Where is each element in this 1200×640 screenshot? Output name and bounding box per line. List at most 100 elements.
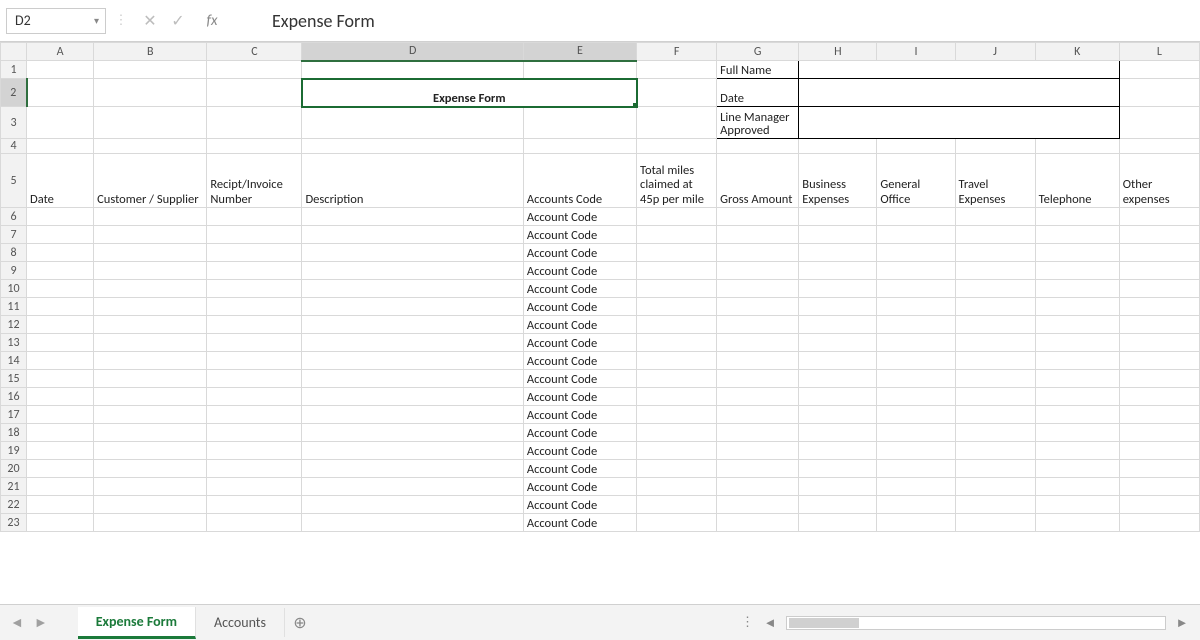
cell[interactable] — [637, 478, 717, 496]
col-E[interactable]: E — [523, 43, 636, 61]
cell[interactable] — [94, 244, 207, 262]
cell[interactable]: Account Code — [523, 352, 636, 370]
cell[interactable] — [637, 352, 717, 370]
cell[interactable] — [94, 514, 207, 532]
cell[interactable] — [523, 107, 636, 139]
cell[interactable] — [27, 334, 94, 352]
cell[interactable] — [1035, 208, 1119, 226]
cell[interactable]: Account Code — [523, 280, 636, 298]
cell[interactable] — [877, 208, 955, 226]
cell[interactable] — [955, 316, 1035, 334]
row-15[interactable]: 15 — [1, 370, 27, 388]
cell[interactable] — [799, 280, 877, 298]
cell[interactable] — [27, 262, 94, 280]
cell[interactable] — [94, 316, 207, 334]
cell[interactable] — [94, 107, 207, 139]
cell[interactable]: Description — [302, 154, 523, 208]
cell[interactable] — [207, 514, 302, 532]
row-2[interactable]: 2 — [1, 79, 27, 107]
cell[interactable]: Account Code — [523, 298, 636, 316]
col-H[interactable]: H — [799, 43, 877, 61]
row-23[interactable]: 23 — [1, 514, 27, 532]
cell[interactable] — [799, 262, 877, 280]
cell[interactable] — [302, 298, 523, 316]
cell[interactable] — [799, 298, 877, 316]
fill-handle[interactable] — [633, 103, 637, 107]
cell[interactable] — [637, 442, 717, 460]
cell[interactable] — [717, 370, 799, 388]
cell[interactable] — [207, 316, 302, 334]
cell[interactable] — [1119, 107, 1199, 139]
cell[interactable] — [94, 226, 207, 244]
cell[interactable] — [717, 352, 799, 370]
cell[interactable] — [1035, 442, 1119, 460]
cell[interactable] — [1119, 280, 1199, 298]
formula-input[interactable]: Expense Form — [232, 8, 1194, 34]
cell[interactable] — [302, 388, 523, 406]
row-21[interactable]: 21 — [1, 478, 27, 496]
cell[interactable] — [207, 406, 302, 424]
cell[interactable] — [717, 496, 799, 514]
cell[interactable] — [302, 352, 523, 370]
cell[interactable] — [955, 388, 1035, 406]
cell[interactable] — [27, 514, 94, 532]
cell[interactable] — [207, 262, 302, 280]
cell[interactable] — [207, 79, 302, 107]
cell[interactable] — [1035, 460, 1119, 478]
cell[interactable] — [1035, 424, 1119, 442]
cell[interactable] — [1035, 352, 1119, 370]
cell[interactable]: Full Name — [717, 61, 799, 79]
col-F[interactable]: F — [637, 43, 717, 61]
cell[interactable] — [302, 424, 523, 442]
row-7[interactable]: 7 — [1, 226, 27, 244]
cell[interactable] — [637, 316, 717, 334]
cell[interactable] — [1035, 280, 1119, 298]
cell[interactable] — [1119, 442, 1199, 460]
cell[interactable] — [799, 460, 877, 478]
cell[interactable] — [955, 460, 1035, 478]
cell[interactable] — [1119, 244, 1199, 262]
cell[interactable] — [27, 226, 94, 244]
cell[interactable]: Account Code — [523, 442, 636, 460]
cell[interactable] — [799, 79, 1120, 107]
cell[interactable] — [877, 244, 955, 262]
cell[interactable] — [637, 280, 717, 298]
cell[interactable] — [94, 460, 207, 478]
cell[interactable] — [302, 496, 523, 514]
cell[interactable] — [1035, 334, 1119, 352]
cell[interactable] — [207, 208, 302, 226]
fx-label[interactable]: fx — [192, 12, 232, 30]
cell[interactable] — [717, 478, 799, 496]
cell[interactable] — [799, 424, 877, 442]
col-C[interactable]: C — [207, 43, 302, 61]
cell[interactable] — [637, 107, 717, 139]
cell[interactable]: Account Code — [523, 388, 636, 406]
cell[interactable] — [799, 514, 877, 532]
cell[interactable] — [955, 478, 1035, 496]
cell[interactable] — [302, 514, 523, 532]
cell[interactable]: Gross Amount — [717, 154, 799, 208]
tab-nav-next-icon[interactable]: ► — [34, 614, 48, 631]
tab-nav-prev-icon[interactable]: ◄ — [10, 614, 24, 631]
cell[interactable] — [27, 352, 94, 370]
col-I[interactable]: I — [877, 43, 955, 61]
cell[interactable] — [1035, 496, 1119, 514]
col-L[interactable]: L — [1119, 43, 1199, 61]
cell[interactable] — [1035, 478, 1119, 496]
cell[interactable]: Account Code — [523, 406, 636, 424]
cell[interactable] — [799, 388, 877, 406]
cell[interactable] — [1119, 514, 1199, 532]
cell[interactable] — [207, 496, 302, 514]
cell[interactable] — [637, 460, 717, 478]
cell[interactable]: Accounts Code — [523, 154, 636, 208]
cell[interactable] — [94, 139, 207, 154]
cell[interactable] — [27, 79, 94, 107]
cell[interactable] — [302, 334, 523, 352]
cell[interactable] — [637, 406, 717, 424]
cell[interactable] — [955, 208, 1035, 226]
cell[interactable] — [207, 244, 302, 262]
cell[interactable] — [717, 334, 799, 352]
cell[interactable] — [1119, 316, 1199, 334]
cell[interactable] — [302, 244, 523, 262]
row-20[interactable]: 20 — [1, 460, 27, 478]
